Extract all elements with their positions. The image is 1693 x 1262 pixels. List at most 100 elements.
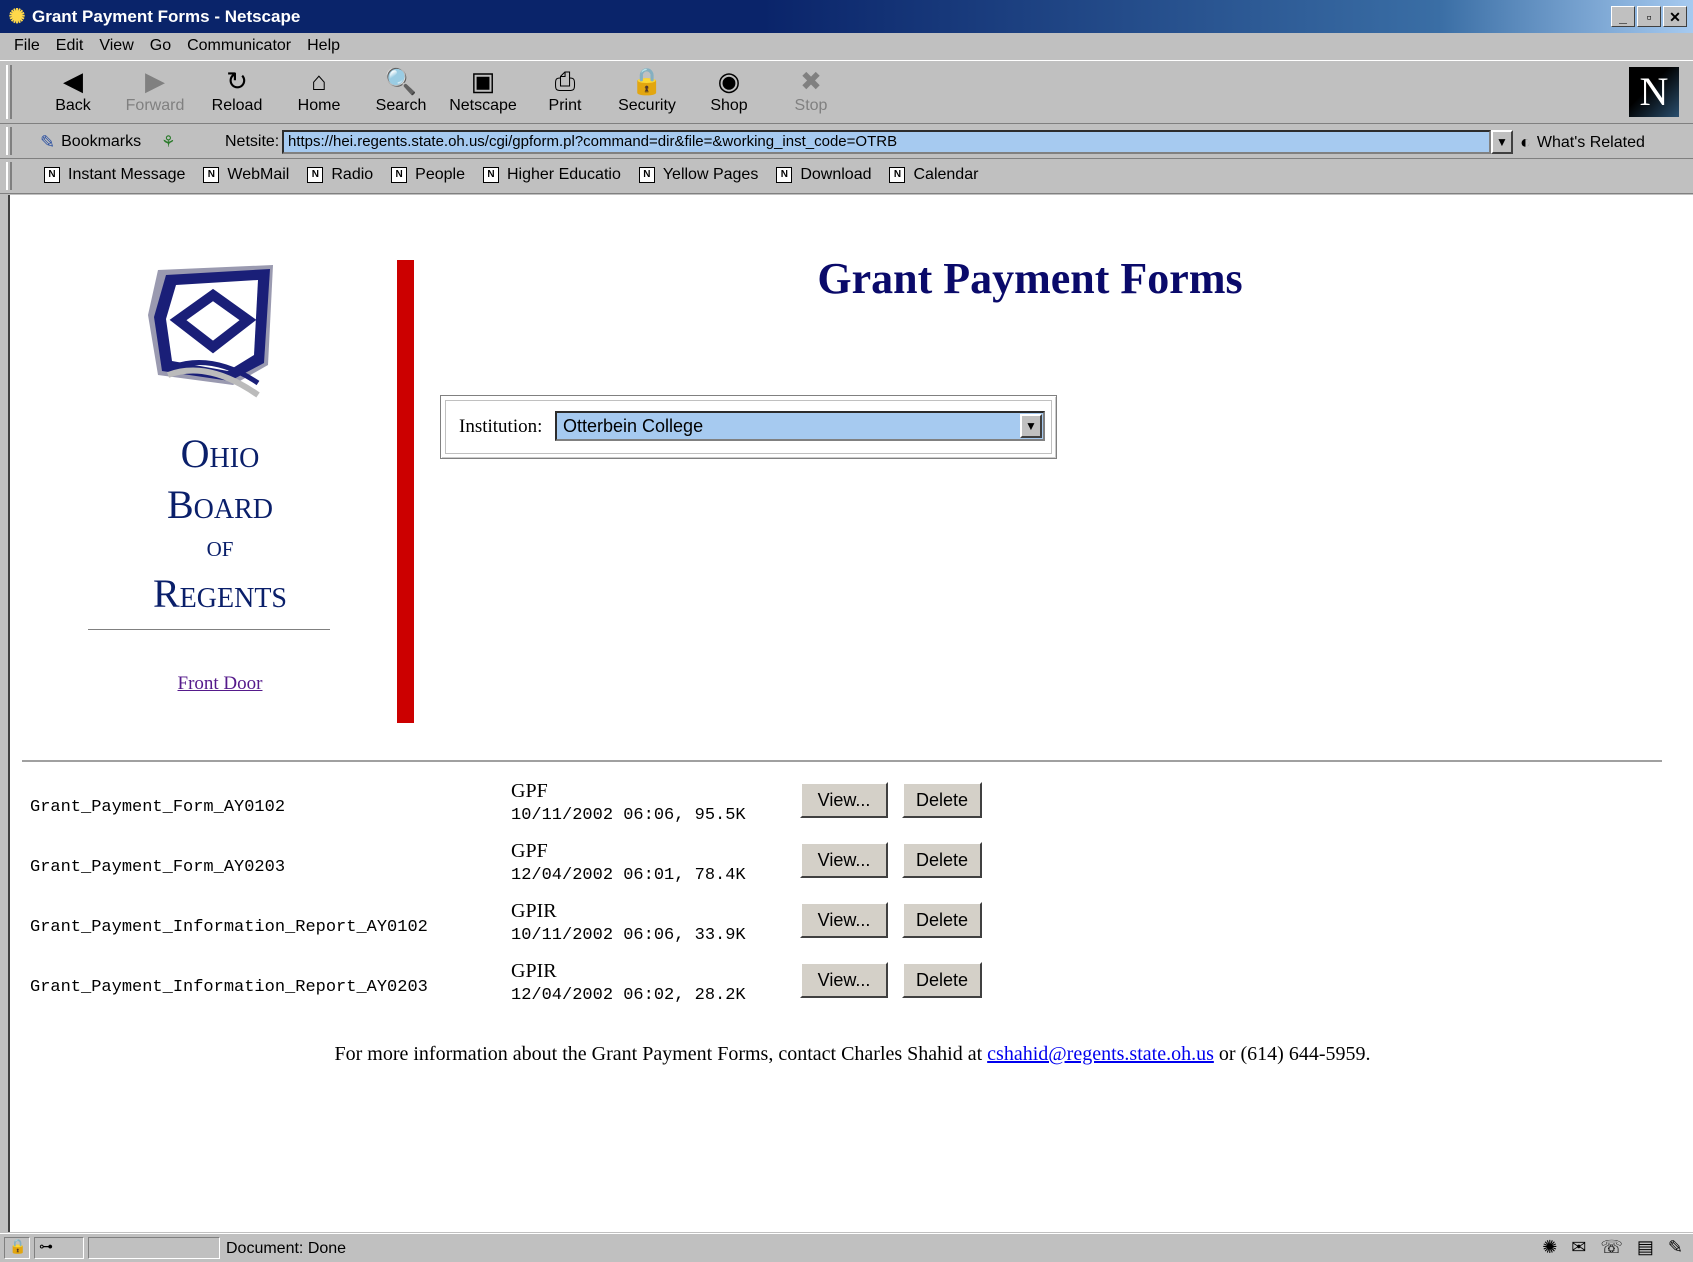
url-history-dropdown[interactable]: ▼ xyxy=(1491,130,1513,154)
personal-toolbar-grip[interactable] xyxy=(6,162,12,190)
toolbar-grip[interactable] xyxy=(6,65,12,119)
file-date-size: 12/04/2002 06:01, 78.4K xyxy=(511,866,746,885)
delete-file-button[interactable]: Delete xyxy=(902,902,982,938)
view-file-button[interactable]: View... xyxy=(800,782,888,818)
close-button[interactable]: ✕ xyxy=(1663,6,1687,27)
page-proxy-icon[interactable]: ⚘ xyxy=(161,132,175,152)
netscape-window-icon[interactable]: ✺ xyxy=(6,6,28,28)
institution-select[interactable]: Otterbein College ▼ xyxy=(555,411,1045,441)
institution-selected-value: Otterbein College xyxy=(563,416,704,436)
personal-bookmark-item[interactable]: N WebMail xyxy=(203,166,289,184)
personal-bookmark-item[interactable]: N Download xyxy=(776,166,871,184)
file-type: GPIR xyxy=(511,900,557,922)
delete-file-button[interactable]: Delete xyxy=(902,782,982,818)
file-row: Grant_Payment_Information_Report_AY0102 G… xyxy=(30,900,1030,956)
page-title: Grant Payment Forms xyxy=(817,254,1243,303)
view-file-button[interactable]: View... xyxy=(800,902,888,938)
chevron-down-icon: ▼ xyxy=(1025,419,1037,433)
view-file-button[interactable]: View... xyxy=(800,842,888,878)
contact-phone-text: or (614) 644-5959. xyxy=(1213,1043,1371,1065)
netscape-logo[interactable]: N xyxy=(1629,67,1679,117)
personal-bookmark-item[interactable]: N Instant Message xyxy=(44,166,185,184)
personal-bookmark-label: WebMail xyxy=(227,166,290,183)
location-grip[interactable] xyxy=(6,127,12,155)
contact-email-link[interactable]: cshahid@regents.state.oh.us xyxy=(987,1043,1214,1065)
composer-icon[interactable]: ▤ xyxy=(1637,1237,1654,1258)
toolbar-button-label: Forward xyxy=(125,97,185,114)
toolbar-shop-button[interactable]: ◉ Shop xyxy=(689,65,769,121)
front-door-link[interactable]: Front Door xyxy=(70,673,370,695)
org-name-line: Ohio xyxy=(180,431,260,476)
horizontal-rule xyxy=(22,760,1662,763)
toolbar-button-label: Shop xyxy=(710,97,748,114)
whats-related-button[interactable]: ◐ What's Related xyxy=(1520,132,1645,153)
toolbar-button-label: Search xyxy=(375,97,427,114)
personal-bookmark-item[interactable]: N People xyxy=(391,166,465,184)
personal-bookmark-label: Yellow Pages xyxy=(662,166,759,183)
toolbar-reload-button[interactable]: ↻ Reload xyxy=(197,65,277,121)
menu-go[interactable]: Go xyxy=(142,37,179,55)
personal-toolbar: N Instant Message N WebMail N Radio N People N Hi… xyxy=(0,160,1693,194)
edit-icon[interactable]: ✎ xyxy=(1668,1237,1683,1258)
toolbar-print-button[interactable]: ⎙ Print xyxy=(525,65,605,121)
navigator-icon[interactable]: ✺ xyxy=(1542,1237,1557,1258)
file-date-size: 10/11/2002 06:06, 95.5K xyxy=(511,806,746,825)
org-name-line: of xyxy=(206,530,234,563)
personal-bookmark-label: Download xyxy=(800,166,872,183)
toolbar-search-button[interactable]: 🔍 Search xyxy=(361,65,441,121)
bookmarks-button[interactable]: ✎ Bookmarks ⚘ xyxy=(40,130,175,154)
status-bar: 🔒 ⊶ Document: Done ✺ ✉ ☏ ▤ ✎ xyxy=(0,1233,1693,1262)
url-input[interactable]: https://hei.regents.state.oh.us/cgi/gpfo… xyxy=(282,130,1491,154)
personal-bookmark-label: Higher Educatio xyxy=(507,166,621,183)
bookmark-page-icon: N xyxy=(483,167,499,183)
delete-file-button[interactable]: Delete xyxy=(902,962,982,998)
location-toolbar: ✎ Bookmarks ⚘ Netsite: https://hei.regen… xyxy=(0,125,1693,159)
menu-file[interactable]: File xyxy=(0,37,48,55)
toolbar-forward-button[interactable]: ▶ Forward xyxy=(115,65,195,121)
window-title-bar[interactable]: ✺ Grant Payment Forms - Netscape _ ▫ ✕ xyxy=(0,0,1693,33)
toolbar-button-label: Home xyxy=(297,97,341,114)
personal-bookmark-item[interactable]: N Yellow Pages xyxy=(638,166,759,184)
sidebar-divider xyxy=(88,629,330,630)
personal-bookmark-item[interactable]: N Calendar xyxy=(889,166,978,184)
security-lock-icon[interactable]: 🔒 xyxy=(4,1237,30,1259)
progress-bar xyxy=(88,1237,220,1259)
minimize-button[interactable]: _ xyxy=(1611,6,1635,27)
bookmark-page-icon: N xyxy=(889,167,906,183)
personal-bookmark-label: Radio xyxy=(331,166,374,183)
toolbar-back-button[interactable]: ◀ Back xyxy=(33,65,113,121)
forward-arrow-icon: ▶ xyxy=(145,66,165,96)
institution-dropdown-button[interactable]: ▼ xyxy=(1020,414,1042,438)
view-file-button[interactable]: View... xyxy=(800,962,888,998)
institution-form-box: Institution: Otterbein College ▼ xyxy=(440,395,1057,459)
file-name: Grant_Payment_Information_Report_AY0102 xyxy=(30,918,428,937)
window-title: Grant Payment Forms - Netscape xyxy=(32,6,301,26)
toolbar-security-button[interactable]: 🔒 Security xyxy=(607,65,687,121)
menu-help[interactable]: Help xyxy=(299,37,348,55)
org-name-line: Board xyxy=(166,482,274,527)
menu-edit[interactable]: Edit xyxy=(48,37,92,55)
file-row: Grant_Payment_Form_AY0203 GPF 12/04/2002 0… xyxy=(30,840,1030,896)
reload-icon: ↻ xyxy=(226,66,248,96)
institution-label: Institution: xyxy=(459,416,543,437)
maximize-button[interactable]: ▫ xyxy=(1637,6,1661,27)
bookmark-page-icon: N xyxy=(44,167,60,183)
personal-bookmark-item[interactable]: N Higher Educatio xyxy=(483,166,621,184)
personal-bookmark-label: People xyxy=(415,166,465,183)
connection-status-icon: ⊶ xyxy=(34,1237,84,1259)
stop-icon: ✖ xyxy=(800,66,822,96)
personal-bookmark-item[interactable]: N Radio xyxy=(307,166,373,184)
bookmark-page-icon: N xyxy=(638,167,655,183)
toolbar-netscape-button[interactable]: ▣ Netscape xyxy=(443,65,523,121)
mail-icon[interactable]: ✉ xyxy=(1571,1237,1586,1258)
toolbar-stop-button[interactable]: ✖ Stop xyxy=(771,65,851,121)
my-netscape-icon: ▣ xyxy=(470,66,496,96)
delete-file-button[interactable]: Delete xyxy=(902,842,982,878)
ohio-regents-seal-logo xyxy=(148,265,273,398)
component-bar: ✺ ✉ ☏ ▤ ✎ xyxy=(1542,1237,1683,1258)
menu-view[interactable]: View xyxy=(91,37,141,55)
toolbar-home-button[interactable]: ⌂ Home xyxy=(279,65,359,121)
file-type: GPIR xyxy=(511,960,557,982)
menu-communicator[interactable]: Communicator xyxy=(179,37,299,55)
messenger-icon[interactable]: ☏ xyxy=(1600,1237,1623,1258)
